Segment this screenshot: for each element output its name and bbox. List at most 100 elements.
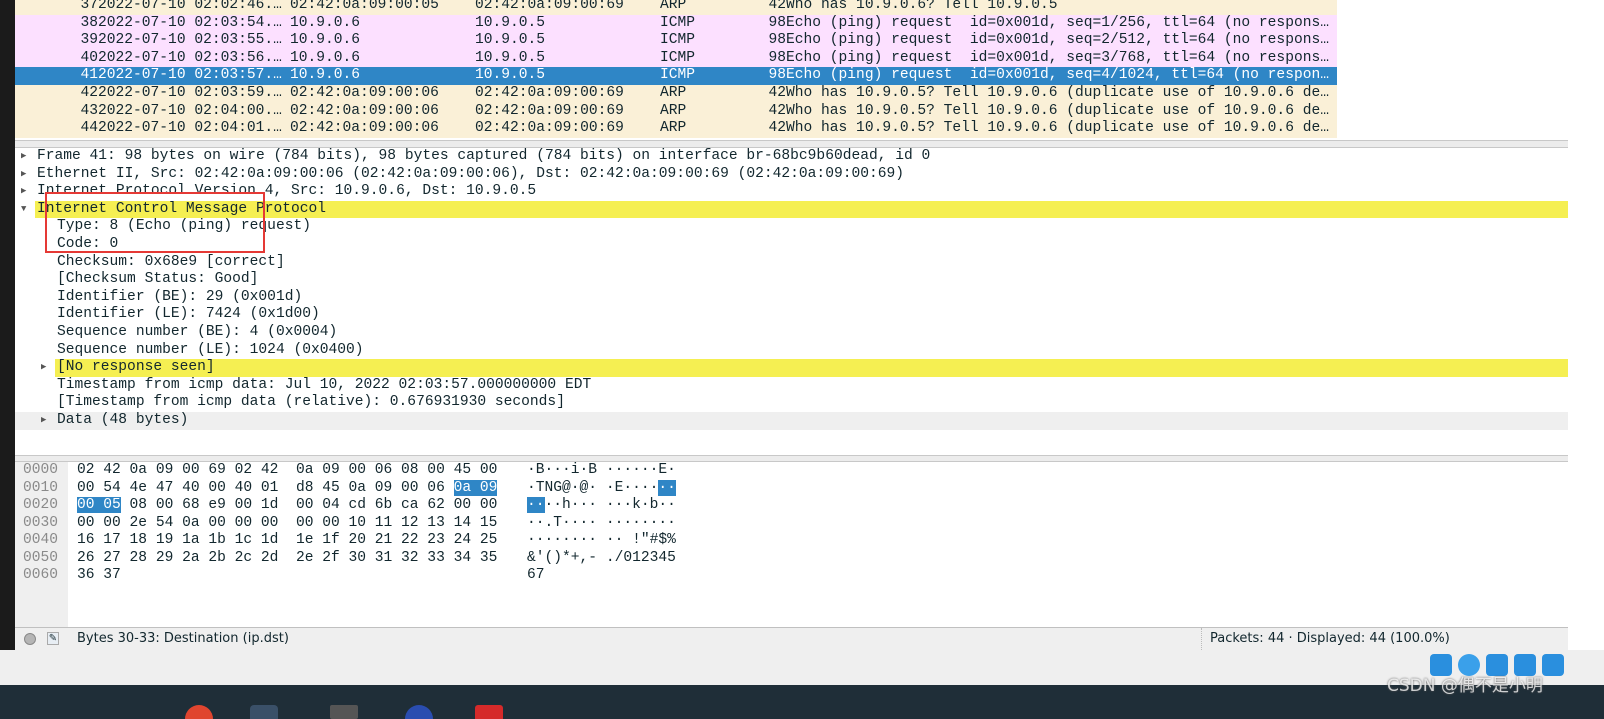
hex-offset: 0000 bbox=[23, 462, 59, 478]
packet-row[interactable]: 40 2022-07-10 02:03:56.… 10.9.0.6 10.9.0.5 I… bbox=[15, 49, 1337, 68]
ascii-bytes[interactable]: &'()*+,- ./012345 bbox=[527, 550, 676, 568]
packet-len-cell: 98 bbox=[768, 67, 786, 84]
hex-row[interactable]: 0010 00 54 4e 47 40 00 40 01 d8 45 0a 09 … bbox=[15, 479, 1568, 498]
usb-icon[interactable] bbox=[1542, 654, 1564, 676]
tree-item[interactable]: Timestamp from icmp data: Jul 10, 2022 0… bbox=[15, 377, 1568, 395]
pane-splitter[interactable] bbox=[15, 455, 1568, 462]
tree-item-label: Identifier (LE): 7424 (0x1d00) bbox=[57, 306, 320, 323]
expanded-arrow-icon[interactable]: ▼ bbox=[21, 201, 26, 219]
packet-len-cell: 42 bbox=[768, 102, 786, 119]
ascii-text: ··.T···· ········ bbox=[527, 514, 676, 531]
packet-row[interactable]: 39 2022-07-10 02:03:55.… 10.9.0.6 10.9.0.5 I… bbox=[15, 32, 1337, 50]
packet-len-cell: 98 bbox=[768, 32, 786, 49]
packet-row[interactable]: 44 2022-07-10 02:04:01.… 02:42:0a:09:00:06… bbox=[15, 120, 1337, 138]
taskbar-app-icon[interactable] bbox=[330, 705, 358, 719]
collapsed-arrow-icon[interactable]: ▶ bbox=[21, 166, 26, 184]
packet-info-cell: Echo (ping) request id=0x001d, seq=2/512… bbox=[786, 32, 1329, 49]
expert-info-led-icon[interactable] bbox=[24, 633, 36, 645]
packet-count-text: Packets: 44 · Displayed: 44 (100.0%) bbox=[1201, 628, 1450, 650]
tree-item-label: Ethernet II, Src: 02:42:0a:09:00:06 (02:… bbox=[37, 165, 905, 182]
taskbar-app-icon[interactable] bbox=[475, 705, 503, 719]
tree-item[interactable]: Checksum: 0x68e9 [correct] bbox=[15, 254, 1568, 272]
collapsed-arrow-icon[interactable]: ▶ bbox=[41, 359, 46, 377]
tree-item[interactable]: Sequence number (BE): 4 (0x0004) bbox=[15, 324, 1568, 342]
hex-bytes-selected: 00 05 bbox=[77, 497, 121, 513]
packet-dst-cell: 10.9.0.5 bbox=[475, 67, 546, 84]
taskbar-app-icon[interactable] bbox=[250, 705, 278, 719]
packet-dst-cell: 02:42:0a:09:00:69 bbox=[475, 120, 624, 137]
packet-info-cell: Who has 10.9.0.5? Tell 10.9.0.6 (duplica… bbox=[786, 102, 1329, 119]
packet-row[interactable]: 37 2022-07-10 02:02:46.… 02:42:0a:09:00:05… bbox=[15, 0, 1337, 15]
packet-time-cell: 2022-07-10 02:03:54.… bbox=[98, 14, 282, 31]
collapsed-arrow-icon[interactable]: ▶ bbox=[41, 412, 46, 430]
ascii-bytes[interactable]: ····h··· ···k·b·· bbox=[527, 497, 676, 515]
hex-bytes-text: 16 17 18 19 1a 1b 1c 1d 1e 1f 20 21 22 2… bbox=[77, 532, 498, 548]
capture-comment-icon[interactable]: ✎ bbox=[47, 632, 59, 645]
tree-item-label: Checksum: 0x68e9 [correct] bbox=[57, 253, 285, 270]
ascii-bytes[interactable]: ········ ·· !"#$% bbox=[527, 532, 676, 550]
tree-item[interactable]: ▶ Ethernet II, Src: 02:42:0a:09:00:06 (02… bbox=[15, 166, 1568, 184]
hex-row[interactable]: 0030 00 00 2e 54 0a 00 00 00 00 00 10 11 … bbox=[15, 515, 1568, 533]
tree-item[interactable]: Sequence number (LE): 1024 (0x0400) bbox=[15, 342, 1568, 360]
hex-bytes[interactable]: 00 05 08 00 68 e9 00 1d 00 04 cd 6b ca 6… bbox=[77, 497, 497, 515]
packet-info-cell: Echo (ping) request id=0x001d, seq=3/768… bbox=[786, 49, 1329, 66]
packet-len-cell: 42 bbox=[768, 84, 786, 101]
ascii-bytes[interactable]: 67 bbox=[527, 567, 545, 585]
packet-row[interactable]: 38 2022-07-10 02:03:54.… 10.9.0.6 10.9.0.5 I… bbox=[15, 14, 1337, 33]
packet-dst-cell: 02:42:0a:09:00:69 bbox=[475, 84, 624, 101]
tree-item[interactable]: [Timestamp from icmp data (relative): 0.… bbox=[15, 394, 1568, 412]
ascii-text: ·B···i·B ······E· bbox=[527, 462, 676, 478]
vm-status-bar bbox=[0, 650, 1604, 685]
packet-dst-cell: 10.9.0.5 bbox=[475, 14, 546, 31]
packet-src-cell: 10.9.0.6 bbox=[290, 67, 361, 84]
collapsed-arrow-icon[interactable]: ▶ bbox=[21, 183, 26, 201]
packet-no-cell: 43 bbox=[80, 102, 98, 119]
hex-bytes[interactable]: 02 42 0a 09 00 69 02 42 0a 09 00 06 08 0… bbox=[77, 462, 497, 480]
packet-len-cell: 98 bbox=[768, 14, 786, 31]
packet-src-cell: 02:42:0a:09:00:06 bbox=[290, 84, 439, 101]
packet-dst-cell: 10.9.0.5 bbox=[475, 49, 546, 66]
ascii-bytes[interactable]: ·TNG@·@· ·E······ bbox=[527, 479, 676, 498]
tree-item[interactable]: Identifier (LE): 7424 (0x1d00) bbox=[15, 306, 1568, 324]
tree-item-label: Identifier (BE): 29 (0x001d) bbox=[57, 288, 303, 305]
packet-row[interactable]: 42 2022-07-10 02:03:59.… 02:42:0a:09:00:06… bbox=[15, 84, 1337, 103]
hex-bytes[interactable]: 16 17 18 19 1a 1b 1c 1d 1e 1f 20 21 22 2… bbox=[77, 532, 497, 550]
packet-time-cell: 2022-07-10 02:04:01.… bbox=[98, 120, 282, 137]
collapsed-arrow-icon[interactable]: ▶ bbox=[21, 148, 26, 166]
hex-row[interactable]: 0060 36 37 67 bbox=[15, 567, 1568, 585]
tree-item[interactable]: ▶ Frame 41: 98 bytes on wire (784 bits), … bbox=[15, 148, 1568, 166]
packet-bytes-pane[interactable]: 0000 02 42 0a 09 00 69 02 42 0a 09 00 06 … bbox=[15, 462, 1568, 627]
ascii-selected: ·· bbox=[527, 497, 545, 513]
tree-item[interactable]: Identifier (BE): 29 (0x001d) bbox=[15, 289, 1568, 307]
ascii-bytes[interactable]: ··.T···· ········ bbox=[527, 515, 676, 533]
packet-list[interactable]: 37 2022-07-10 02:02:46.… 02:42:0a:09:00:05… bbox=[15, 0, 1337, 138]
hex-offset: 0020 bbox=[23, 497, 59, 513]
hex-bytes[interactable]: 36 37 bbox=[77, 567, 121, 585]
packet-src-cell: 10.9.0.6 bbox=[290, 14, 361, 31]
hex-offset: 0040 bbox=[23, 532, 59, 548]
annotation-red-box bbox=[45, 192, 265, 253]
hex-row[interactable]: 0020 00 05 08 00 68 e9 00 1d 00 04 cd 6b … bbox=[15, 497, 1568, 515]
pane-splitter[interactable] bbox=[15, 140, 1568, 148]
hex-row[interactable]: 0000 02 42 0a 09 00 69 02 42 0a 09 00 06 … bbox=[15, 462, 1568, 480]
tree-item[interactable]: ▶ [No response seen] bbox=[15, 359, 1568, 377]
packet-row[interactable]: 43 2022-07-10 02:04:00.… 02:42:0a:09:00:06… bbox=[15, 102, 1337, 121]
hex-bytes[interactable]: 00 54 4e 47 40 00 40 01 d8 45 0a 09 00 0… bbox=[77, 479, 498, 498]
hex-row[interactable]: 0050 26 27 28 29 2a 2b 2c 2d 2e 2f 30 31 … bbox=[15, 550, 1568, 568]
taskbar-app-icon[interactable] bbox=[185, 705, 213, 719]
hex-row[interactable]: 0040 16 17 18 19 1a 1b 1c 1d 1e 1f 20 21 … bbox=[15, 532, 1568, 550]
packet-proto-cell: ICMP bbox=[660, 14, 696, 31]
ascii-text: 67 bbox=[527, 567, 545, 583]
tree-item[interactable]: [Checksum Status: Good] bbox=[15, 271, 1568, 289]
packet-row[interactable]: 41 2022-07-10 02:03:57.… 10.9.0.6 10.9.0.5 I… bbox=[15, 67, 1337, 85]
hex-bytes[interactable]: 00 00 2e 54 0a 00 00 00 00 00 10 11 12 1… bbox=[77, 515, 497, 533]
ascii-bytes[interactable]: ·B···i·B ······E· bbox=[527, 462, 676, 480]
packet-proto-cell: ARP bbox=[660, 120, 687, 137]
taskbar-app-icon[interactable] bbox=[405, 705, 433, 719]
hex-bytes[interactable]: 26 27 28 29 2a 2b 2c 2d 2e 2f 30 31 32 3… bbox=[77, 550, 497, 568]
tree-item[interactable]: ▶ Data (48 bytes) bbox=[15, 411, 1568, 430]
packet-proto-cell: ICMP bbox=[660, 49, 696, 66]
packet-time-cell: 2022-07-10 02:03:59.… bbox=[98, 84, 282, 101]
hex-offset: 0030 bbox=[23, 514, 59, 531]
packet-time-cell: 2022-07-10 02:03:55.… bbox=[98, 32, 282, 49]
